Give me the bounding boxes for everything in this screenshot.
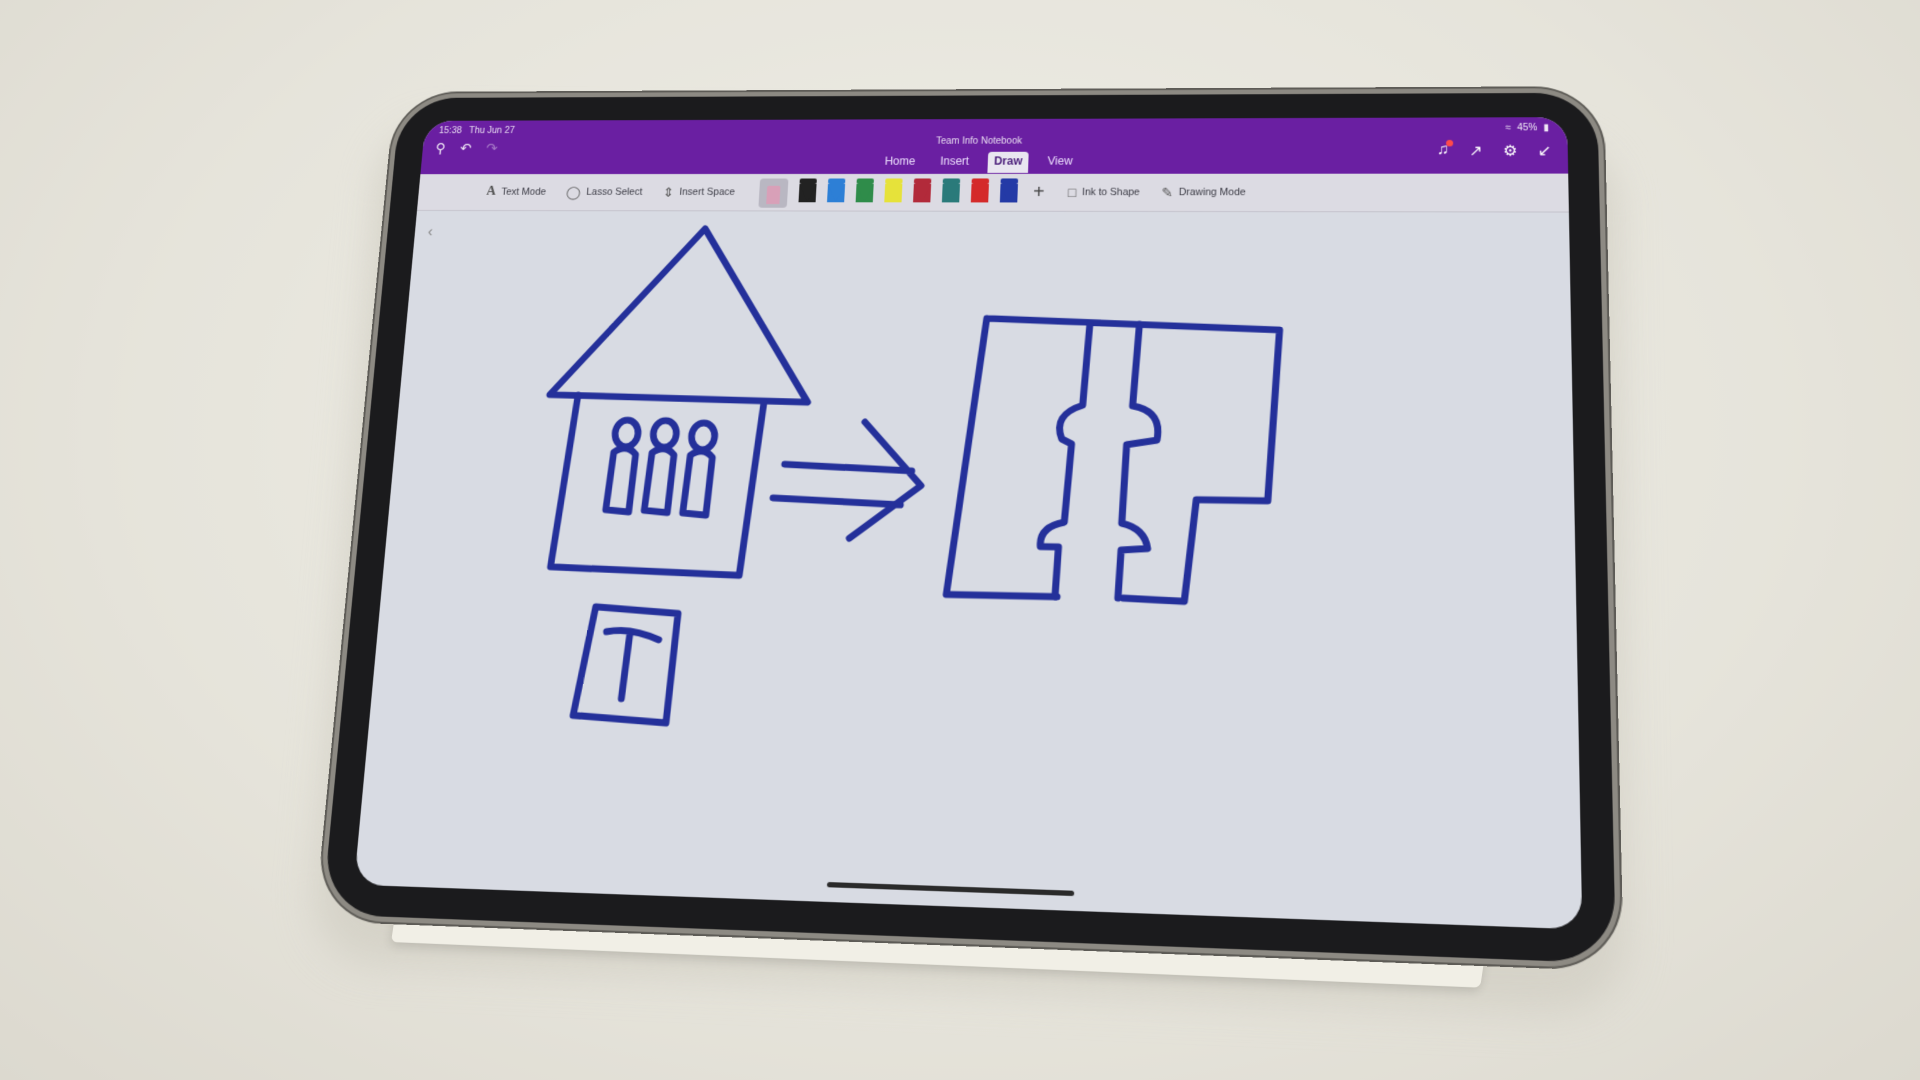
notification-dot [1445, 139, 1453, 147]
ink-to-shape-icon: □ [1067, 184, 1077, 200]
insert-space-icon: ⇕ [662, 184, 675, 199]
green-pen[interactable] [855, 183, 874, 203]
blue-pen[interactable] [827, 183, 846, 203]
add-pen-button[interactable]: + [1033, 182, 1045, 203]
insert-space-label: Insert Space [679, 186, 736, 198]
red-pen-1[interactable] [913, 183, 932, 203]
tab-view[interactable]: View [1041, 152, 1078, 173]
tab-insert[interactable]: Insert [934, 152, 975, 173]
title-bar: 15:38 Thu Jun 27 ≈ 45% ▮ Team Info Noteb… [420, 117, 1569, 175]
drawing-mode-label: Drawing Mode [1178, 186, 1246, 199]
status-date: Thu Jun 27 [468, 125, 516, 136]
person-1-stroke [606, 420, 639, 512]
yellow-highlighter[interactable] [884, 183, 903, 203]
ribbon-tabs: Home Insert Draw View [420, 151, 1568, 173]
tab-home[interactable]: Home [878, 152, 921, 173]
bell-icon[interactable]: ♫ [1437, 139, 1453, 161]
share-icon[interactable]: ↗ [1469, 142, 1483, 161]
insert-space-button[interactable]: ⇕ Insert Space [662, 184, 735, 199]
battery-icon: ▮ [1543, 122, 1550, 134]
lasso-select-label: Lasso Select [585, 186, 643, 198]
text-mode-button[interactable]: A Text Mode [486, 185, 547, 199]
selected-pen-nib [766, 185, 781, 205]
battery-percent: 45% [1516, 122, 1538, 134]
arrow-stroke [771, 421, 924, 539]
collapse-icon[interactable]: ↙ [1538, 142, 1552, 161]
black-pen[interactable] [798, 183, 817, 203]
status-right: ≈ 45% ▮ [1505, 123, 1549, 133]
person-3-stroke [683, 423, 716, 516]
draw-ribbon: A Text Mode ◯ Lasso Select ⇕ Insert Spac… [416, 173, 1569, 213]
status-left: 15:38 Thu Jun 27 [439, 126, 516, 136]
onenote-screen: 15:38 Thu Jun 27 ≈ 45% ▮ Team Info Noteb… [353, 117, 1583, 930]
ipad-device: 15:38 Thu Jun 27 ≈ 45% ▮ Team Info Noteb… [321, 92, 1617, 964]
text-mode-icon: A [485, 184, 497, 199]
teal-pen[interactable] [941, 183, 961, 203]
ink-to-shape-label: Ink to Shape [1081, 186, 1140, 198]
red-pen-2[interactable] [970, 183, 989, 203]
right-toolbar: ♫ ↗ ⚙ ↙ [1437, 139, 1552, 161]
house-roof-stroke [549, 228, 817, 402]
drawing-mode-icon: ✎ [1161, 184, 1174, 200]
drawing-mode-button[interactable]: ✎ Drawing Mode [1161, 184, 1246, 200]
sign-t-stroke [602, 630, 659, 699]
tab-draw[interactable]: Draw [987, 151, 1029, 173]
photo-scene: 15:38 Thu Jun 27 ≈ 45% ▮ Team Info Noteb… [0, 0, 1920, 1080]
ink-to-shape-button[interactable]: □ Ink to Shape [1068, 185, 1140, 200]
status-time: 15:38 [438, 126, 463, 136]
document-title: Team Info Notebook [935, 136, 1023, 147]
selected-pen[interactable] [758, 178, 789, 208]
floorplan-outer-stroke [946, 318, 1279, 603]
navy-pen[interactable] [999, 183, 1018, 203]
ink-canvas[interactable] [354, 210, 1582, 925]
floorplan-corridor-stroke [1039, 324, 1160, 599]
person-2-stroke [644, 420, 677, 512]
pen-tray [758, 177, 1018, 208]
lasso-select-button[interactable]: ◯ Lasso Select [566, 184, 643, 199]
lasso-icon: ◯ [565, 184, 582, 199]
wifi-icon: ≈ [1505, 122, 1512, 134]
text-mode-label: Text Mode [500, 186, 547, 198]
gear-icon[interactable]: ⚙ [1503, 142, 1518, 161]
